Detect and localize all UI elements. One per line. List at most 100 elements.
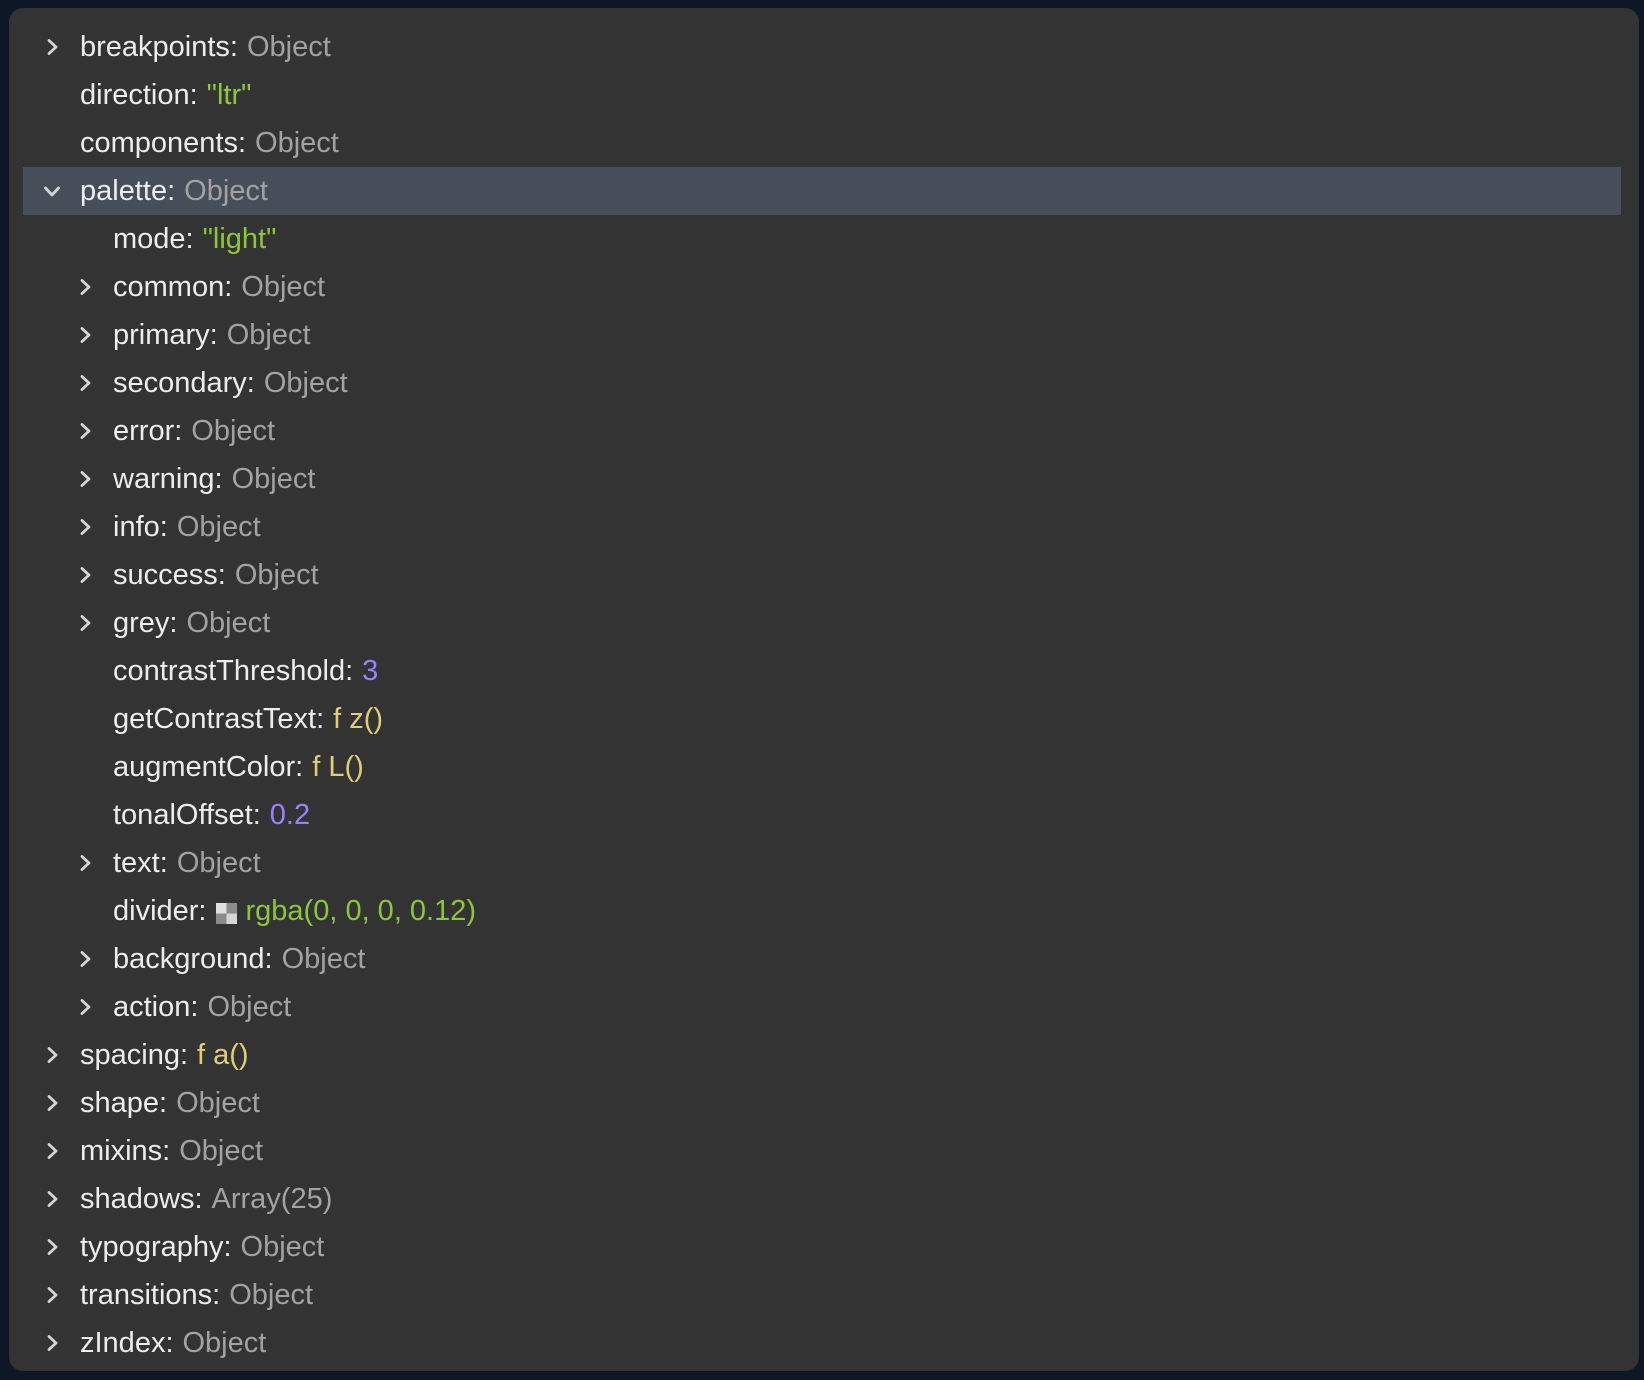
property-value: Object <box>235 559 319 592</box>
property-value: Object <box>227 319 311 352</box>
tree-row-info[interactable]: info:Object <box>23 503 1621 551</box>
tree-row-common[interactable]: common: Object <box>23 263 1621 311</box>
twisty-spacer <box>72 658 98 684</box>
chevron-right-icon[interactable] <box>72 418 98 444</box>
property-value: Object <box>176 1087 260 1120</box>
property-key: warning: <box>113 463 223 496</box>
chevron-right-icon[interactable] <box>39 1282 65 1308</box>
property-value: Object <box>241 1231 325 1264</box>
tree-row-components[interactable]: components:Object <box>23 119 1621 167</box>
chevron-right-icon[interactable] <box>72 562 98 588</box>
tree-row-tonalOffset[interactable]: tonalOffset: 0.2 <box>23 791 1621 839</box>
chevron-down-icon[interactable] <box>39 178 65 204</box>
twisty-spacer <box>72 754 98 780</box>
chevron-right-icon[interactable] <box>72 994 98 1020</box>
property-value: Object <box>247 31 331 64</box>
tree-row-direction[interactable]: direction: "ltr" <box>23 71 1621 119</box>
tree-row-divider[interactable]: divider:rgba(0, 0, 0, 0.12) <box>23 887 1621 935</box>
tree-row-palette[interactable]: palette: Object <box>23 167 1621 215</box>
property-key: background: <box>113 943 273 976</box>
tree-row-text[interactable]: text: Object <box>23 839 1621 887</box>
color-swatch-icon <box>216 903 237 924</box>
tree-row-zIndex[interactable]: zIndex: Object <box>23 1319 1621 1367</box>
tree-row-shape[interactable]: shape: Object <box>23 1079 1621 1127</box>
tree-row-contrastThreshold[interactable]: contrastThreshold: 3 <box>23 647 1621 695</box>
property-value: Object <box>264 367 348 400</box>
property-value: 0.2 <box>270 799 310 832</box>
chevron-right-icon[interactable] <box>72 946 98 972</box>
property-key: shape: <box>80 1087 167 1120</box>
property-value: Object <box>241 271 325 304</box>
tree-row-typography[interactable]: typography: Object <box>23 1223 1621 1271</box>
tree-row-mixins[interactable]: mixins:Object <box>23 1127 1621 1175</box>
property-value: Object <box>282 943 366 976</box>
property-key: zIndex: <box>80 1327 174 1360</box>
chevron-right-icon[interactable] <box>39 1090 65 1116</box>
object-tree: breakpoints:Object direction: "ltr" compone… <box>23 23 1621 1367</box>
property-value: f a() <box>197 1039 249 1072</box>
tree-row-mode[interactable]: mode:"light" <box>23 215 1621 263</box>
property-key: secondary: <box>113 367 255 400</box>
property-value: f L() <box>312 751 364 784</box>
property-value: Object <box>184 175 268 208</box>
property-key: grey: <box>113 607 177 640</box>
tree-row-spacing[interactable]: spacing:f a() <box>23 1031 1621 1079</box>
chevron-right-icon[interactable] <box>39 1042 65 1068</box>
property-key: error: <box>113 415 182 448</box>
chevron-right-icon[interactable] <box>72 322 98 348</box>
tree-row-background[interactable]: background: Object <box>23 935 1621 983</box>
property-value: "light" <box>203 223 277 256</box>
chevron-right-icon[interactable] <box>39 1138 65 1164</box>
chevron-right-icon[interactable] <box>39 1234 65 1260</box>
twisty-spacer <box>72 706 98 732</box>
chevron-right-icon[interactable] <box>72 466 98 492</box>
property-value: f z() <box>333 703 383 736</box>
twisty-spacer <box>39 130 65 156</box>
tree-row-primary[interactable]: primary:Object <box>23 311 1621 359</box>
property-value: Object <box>177 847 261 880</box>
property-value: Object <box>179 1135 263 1168</box>
chevron-right-icon[interactable] <box>72 274 98 300</box>
tree-row-warning[interactable]: warning: Object <box>23 455 1621 503</box>
property-value: 3 <box>362 655 378 688</box>
twisty-spacer <box>39 82 65 108</box>
tree-row-action[interactable]: action: Object <box>23 983 1621 1031</box>
property-key: typography: <box>80 1231 232 1264</box>
property-key: contrastThreshold: <box>113 655 353 688</box>
tree-row-success[interactable]: success: Object <box>23 551 1621 599</box>
chevron-right-icon[interactable] <box>72 370 98 396</box>
tree-row-error[interactable]: error:Object <box>23 407 1621 455</box>
property-key: components: <box>80 127 246 160</box>
property-key: common: <box>113 271 232 304</box>
object-inspector-panel: breakpoints:Object direction: "ltr" compone… <box>9 8 1639 1371</box>
tree-row-secondary[interactable]: secondary: Object <box>23 359 1621 407</box>
property-key: getContrastText: <box>113 703 324 736</box>
property-key: palette: <box>80 175 175 208</box>
property-key: action: <box>113 991 198 1024</box>
tree-row-grey[interactable]: grey: Object <box>23 599 1621 647</box>
property-key: augmentColor: <box>113 751 303 784</box>
property-value: Object <box>183 1327 267 1360</box>
tree-row-transitions[interactable]: transitions:Object <box>23 1271 1621 1319</box>
chevron-right-icon[interactable] <box>72 610 98 636</box>
property-value: Object <box>207 991 291 1024</box>
tree-row-shadows[interactable]: shadows:Array(25) <box>23 1175 1621 1223</box>
property-value: Object <box>186 607 270 640</box>
property-value: Object <box>232 463 316 496</box>
property-key: divider: <box>113 895 207 928</box>
tree-row-breakpoints[interactable]: breakpoints:Object <box>23 23 1621 71</box>
chevron-right-icon[interactable] <box>39 1186 65 1212</box>
property-value: "ltr" <box>207 79 252 112</box>
property-key: direction: <box>80 79 198 112</box>
property-key: success: <box>113 559 226 592</box>
property-key: tonalOffset: <box>113 799 261 832</box>
chevron-right-icon[interactable] <box>39 1330 65 1356</box>
chevron-right-icon[interactable] <box>39 34 65 60</box>
twisty-spacer <box>72 802 98 828</box>
tree-row-augmentColor[interactable]: augmentColor: f L() <box>23 743 1621 791</box>
property-key: text: <box>113 847 168 880</box>
chevron-right-icon[interactable] <box>72 850 98 876</box>
tree-row-getContrastText[interactable]: getContrastText: f z() <box>23 695 1621 743</box>
chevron-right-icon[interactable] <box>72 514 98 540</box>
twisty-spacer <box>72 226 98 252</box>
